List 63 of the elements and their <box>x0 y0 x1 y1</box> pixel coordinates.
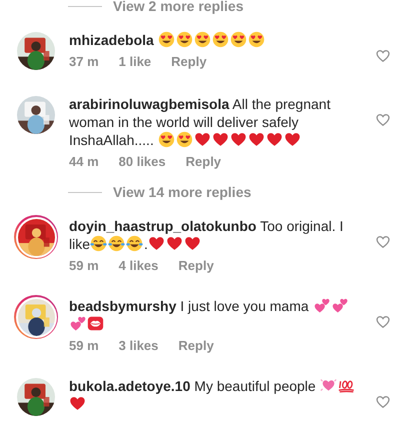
comment-text: like <box>69 236 90 252</box>
avatar[interactable] <box>14 295 58 339</box>
heart-icon <box>69 395 86 412</box>
heart-icon <box>166 235 183 252</box>
heart-eyes-icon <box>194 31 211 48</box>
like-count: 80 likes <box>118 153 166 171</box>
like-heart-icon[interactable] <box>376 49 390 63</box>
like-heart-icon[interactable] <box>376 235 390 249</box>
comment-text: . <box>144 236 148 252</box>
hearts-icon <box>69 315 86 332</box>
avatar[interactable] <box>14 93 58 137</box>
reply-link[interactable]: Reply <box>171 53 207 71</box>
heart-icon <box>266 131 283 148</box>
heart-icon <box>194 131 211 148</box>
timestamp: 44 m <box>69 153 99 171</box>
username[interactable]: doyin_haastrup_olatokunbo <box>69 218 256 234</box>
timestamp: 59 m <box>69 337 99 355</box>
heart-icon <box>320 377 337 394</box>
view-replies-link[interactable]: View 14 more replies <box>113 184 252 200</box>
comment-text: All the pregnant <box>232 96 330 112</box>
comment-text: InshaAllah..... <box>69 132 155 148</box>
comment-text: I just love you mama <box>180 298 310 314</box>
avatar[interactable] <box>14 215 58 259</box>
heart-icon <box>230 131 247 148</box>
heart-icon <box>284 131 301 148</box>
timestamp: 59 m <box>69 257 99 275</box>
comment-text: woman in the world will deliver safely <box>69 114 299 130</box>
like-count: 3 likes <box>118 337 158 355</box>
avatar[interactable] <box>14 375 58 419</box>
comment-text: My beautiful people <box>194 378 317 394</box>
heart-icon <box>248 131 265 148</box>
heart-eyes-icon <box>158 31 175 48</box>
like-count: 1 like <box>118 53 152 71</box>
like-heart-icon[interactable] <box>376 113 390 127</box>
heart-eyes-icon <box>212 31 229 48</box>
reply-link[interactable]: Reply <box>178 257 214 275</box>
heart-eyes-icon <box>158 131 175 148</box>
heart-eyes-icon <box>176 31 193 48</box>
heart-icon <box>148 235 165 252</box>
heart-eyes-icon <box>176 131 193 148</box>
hearts-icon <box>312 297 330 314</box>
like-heart-icon[interactable] <box>376 315 390 329</box>
username[interactable]: beadsbymurshy <box>69 298 176 314</box>
lips-icon <box>87 315 104 332</box>
username[interactable]: bukola.adetoye.10 <box>69 378 190 394</box>
heart-icon <box>212 131 229 148</box>
hearts-icon <box>330 297 348 314</box>
heart-icon <box>184 235 201 252</box>
username[interactable]: mhizadebola <box>69 32 154 48</box>
heart-eyes-icon <box>230 31 247 48</box>
like-heart-icon[interactable] <box>376 395 390 409</box>
like-count: 4 likes <box>118 257 158 275</box>
reply-link[interactable]: Reply <box>186 153 222 171</box>
view-replies-link[interactable]: View 2 more replies <box>113 0 244 14</box>
comment-text: Too original. I <box>260 218 344 234</box>
timestamp: 37 m <box>69 53 99 71</box>
laughing-face-icon <box>90 235 108 252</box>
username[interactable]: arabirinoluwagbemisola <box>69 96 230 112</box>
laughing-face-icon <box>126 235 144 252</box>
laughing-face-icon <box>108 235 126 252</box>
heart-eyes-icon <box>248 31 265 48</box>
reply-link[interactable]: Reply <box>178 337 214 355</box>
avatar[interactable] <box>14 29 58 73</box>
